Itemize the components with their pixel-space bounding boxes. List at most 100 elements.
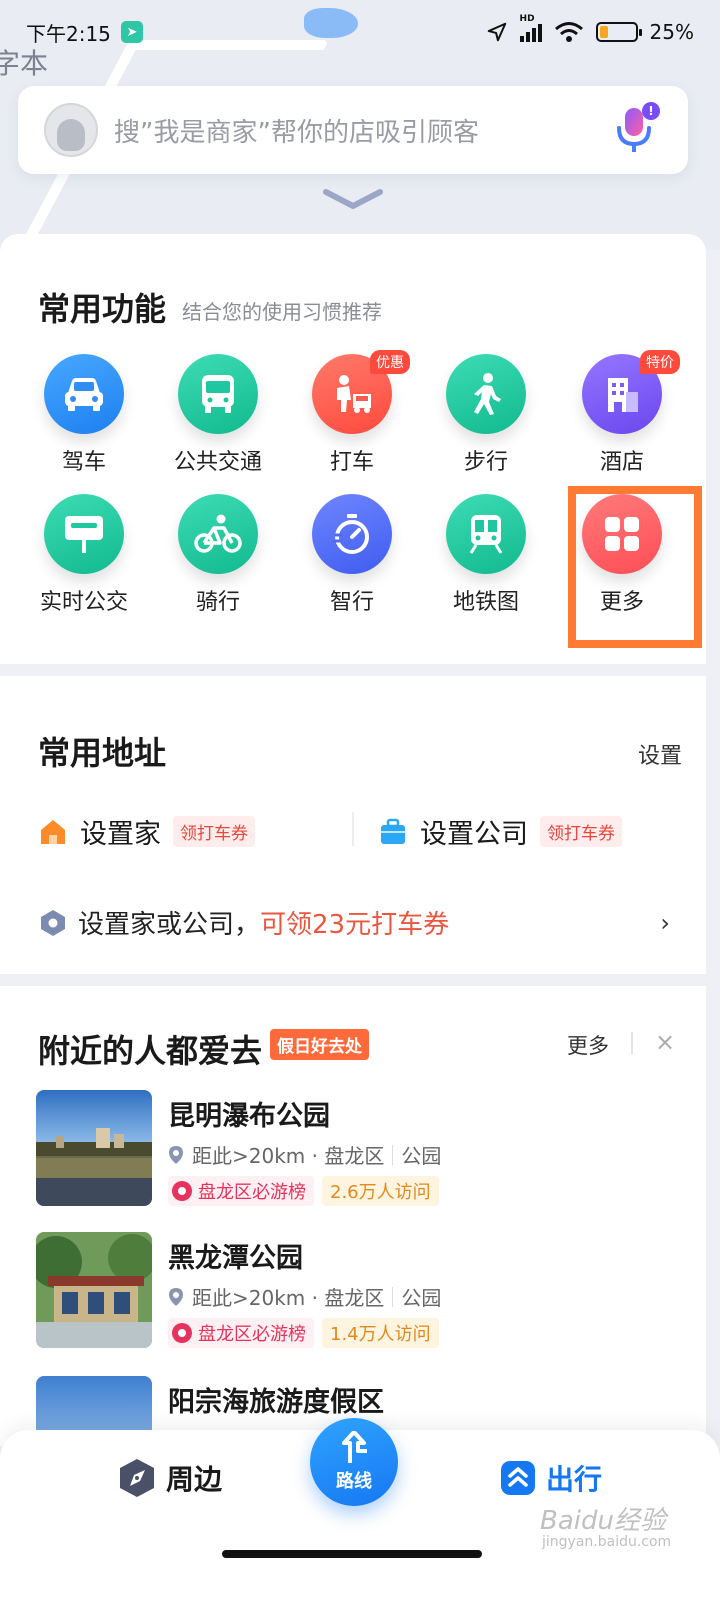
func-label: 实时公交 [39,590,128,615]
travel-icon [501,1461,535,1495]
rank-tag: 盘龙区必游榜 [168,1318,314,1348]
bus-icon [178,354,258,434]
place-item[interactable]: 昆明瀑布公园 距此>20km · 盘龙区 公园 盘龙区必游榜 2.6万人访问 [36,1090,676,1206]
place-item[interactable]: 黑龙潭公园 距此>20km · 盘龙区 公园 盘龙区必游榜 1.4万人访问 [36,1232,676,1348]
set-home-button[interactable]: 设置家 领打车券 [38,812,255,851]
highlight-box [568,486,702,648]
func-transit[interactable]: 公共交通 [158,354,278,476]
nav-travel[interactable]: 出行 [500,1458,602,1498]
status-bar: 下午2:15 ➤ HD 25% [0,0,720,64]
mic-badge: ! [642,102,660,120]
place-category: 公园 [401,1144,442,1168]
nav-travel-label: 出行 [546,1463,603,1496]
rank-text: 盘龙区必游榜 [198,1182,306,1203]
hotel-icon: 特价 [582,350,680,434]
company-coupon-tag: 领打车券 [540,816,622,847]
set-company-label: 设置公司 [420,819,528,850]
rank-icon [172,1323,192,1343]
func-walk[interactable]: 步行 [426,354,546,476]
home-indicator[interactable] [222,1550,482,1558]
compass-icon [120,1459,154,1497]
briefcase-icon [381,818,405,844]
func-metro-map[interactable]: 地铁图 [426,494,546,616]
visits-tag: 1.4万人访问 [322,1318,439,1348]
functions-title: 常用功能 [38,290,167,328]
func-label: 公共交通 [173,450,262,475]
func-label: 驾车 [61,450,106,475]
search-bar[interactable]: 搜”我是商家”帮你的店吸引顾客 ! [18,86,688,174]
rank-tag: 盘龙区必游榜 [168,1176,314,1206]
func-realtime-bus[interactable]: 实时公交 [24,494,144,616]
search-placeholder[interactable]: 搜”我是商家”帮你的店吸引顾客 [114,112,604,149]
place-name: 黑龙潭公园 [168,1243,303,1274]
location-pin-icon [169,1145,183,1164]
place-photo [36,1232,152,1348]
place-distance: 距此>20km · 盘龙区 [192,1144,385,1168]
place-meta: 距此>20km · 盘龙区 公园 [168,1140,441,1169]
place-tags: 盘龙区必游榜 1.4万人访问 [168,1318,439,1348]
battery-fill [599,26,609,38]
func-hotel[interactable]: 特价 酒店 [562,350,682,476]
discount-badge: 优惠 [370,350,410,374]
func-label: 智行 [329,590,374,615]
place-name: 阳宗海旅游度假区 [168,1387,384,1418]
place-photo [36,1090,152,1206]
func-smart-travel[interactable]: 智行 [292,494,412,616]
func-label: 酒店 [599,450,644,475]
promo-highlight: 可领23元打车券 [260,910,450,940]
divider [631,1032,633,1054]
route-button[interactable]: 路线 [310,1418,398,1506]
place-name: 昆明瀑布公园 [168,1101,330,1132]
battery-icon [595,22,642,42]
battery-percent: 25% [649,20,694,44]
rank-icon [172,1181,192,1201]
func-taxi[interactable]: 优惠 打车 [292,350,412,476]
place-meta: 距此>20km · 盘龙区 公园 [168,1282,441,1311]
location-app-icon: ➤ [120,21,143,43]
smart-travel-icon [312,494,392,574]
watermark: Baidu经验 [540,1506,666,1536]
divider [352,812,354,846]
nav-nearby-label: 周边 [166,1463,223,1496]
holiday-tag: 假日好去处 [270,1029,369,1060]
car-icon [44,354,124,434]
hexagon-icon [41,909,65,936]
place-distance: 距此>20km · 盘龙区 [192,1286,385,1310]
place-category: 公园 [401,1286,442,1310]
func-cycling[interactable]: 骑行 [158,494,278,616]
home-coupon-tag: 领打车券 [173,816,255,847]
blue-blob [304,8,358,38]
wifi-icon [554,22,583,42]
address-title: 常用地址 [38,734,167,772]
address-setting-link[interactable]: 设置 [638,738,682,770]
watermark-url: jingyan.baidu.com [542,1534,672,1550]
nav-nearby[interactable]: 周边 [118,1458,222,1498]
status-time: 下午2:15 [26,21,111,46]
location-arrow-icon [487,22,506,42]
nearby-title: 附近的人都爱去 [38,1032,263,1070]
network-type: HD [519,14,535,24]
voice-search-button[interactable]: ! [604,100,664,160]
nearby-more-link[interactable]: 更多 [567,1030,609,1060]
visits-tag: 2.6万人访问 [322,1176,439,1206]
func-label: 地铁图 [452,590,519,615]
signal-icon: HD [519,14,542,42]
special-price-badge: 特价 [640,350,680,374]
walk-icon [446,354,526,434]
func-label: 骑行 [195,590,240,615]
close-icon[interactable]: × [655,1028,675,1056]
func-label: 步行 [463,450,508,475]
chevron-down-icon[interactable] [322,186,384,212]
set-home-label: 设置家 [80,819,161,850]
func-drive[interactable]: 驾车 [24,354,144,476]
promo-prefix: 设置家或公司， [78,910,261,940]
location-pin-icon [169,1287,183,1306]
avatar[interactable] [44,103,98,157]
bus-stop-icon [44,494,124,574]
address-promo-row[interactable]: 设置家或公司，可领23元打车券 › [40,904,670,941]
set-company-button[interactable]: 设置公司 领打车券 [378,812,622,851]
chevron-right-icon: › [660,908,670,937]
route-arrow-icon [342,1431,367,1463]
place-tags: 盘龙区必游榜 2.6万人访问 [168,1176,439,1206]
functions-subtitle: 结合您的使用习惯推荐 [182,300,382,324]
